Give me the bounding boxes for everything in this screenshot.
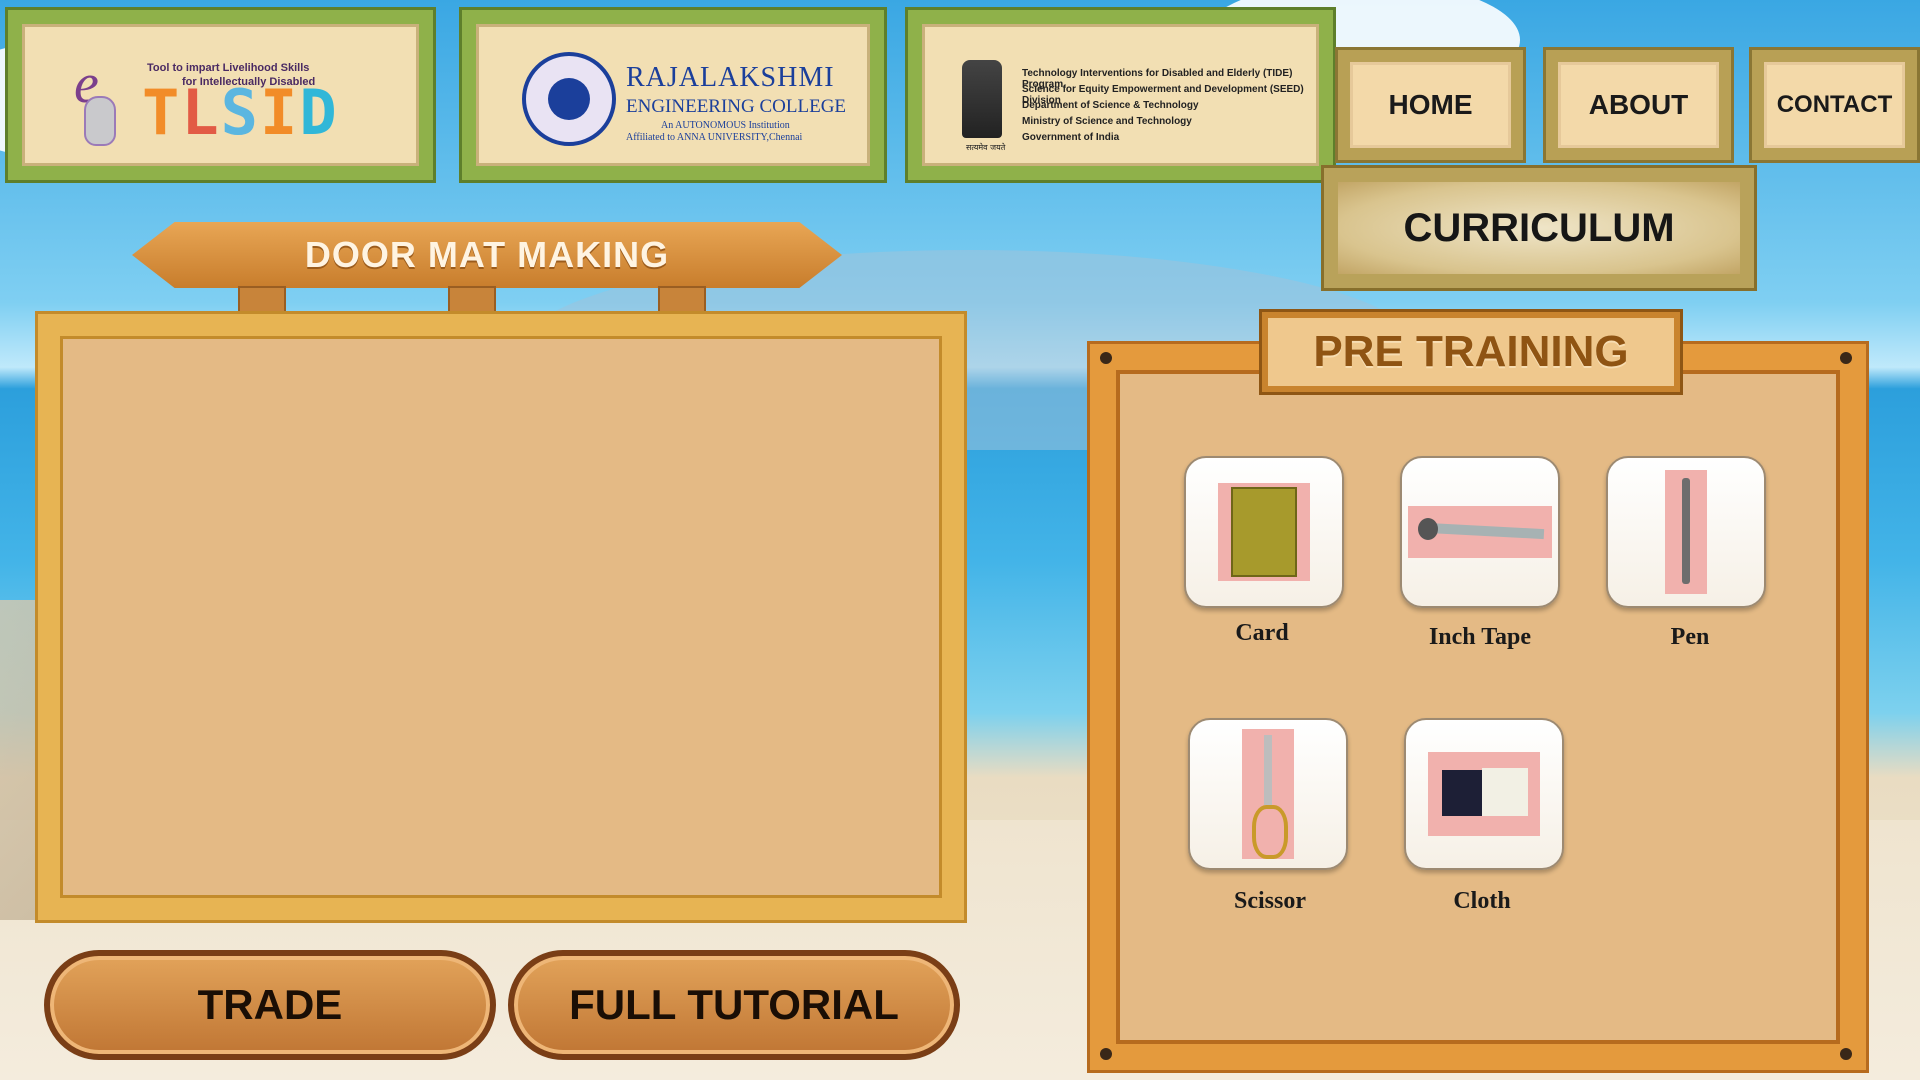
full-tutorial-button[interactable]: FULL TUTORIAL [508,950,960,1060]
nail-icon [1840,1048,1852,1060]
scissor-photo-icon [1242,729,1294,859]
pre-training-title: PRE TRAINING [1262,312,1680,392]
tlsid-letter: L [181,76,221,149]
pen-photo-icon [1665,470,1707,594]
nail-icon [1100,352,1112,364]
cloth-label: Cloth [1453,888,1511,914]
tlsid-letter: T [142,76,182,149]
tlsid-letter: D [299,76,339,149]
pre-training-board [1090,344,1866,1070]
rec-autonomous: An AUTONOMOUS Institution [661,120,790,131]
dst-line: Ministry of Science and Technology [1022,116,1192,127]
cloth-tile[interactable] [1404,718,1564,870]
page-title: DOOR MAT MAKING [304,234,670,275]
inch-tape-tile[interactable] [1400,456,1560,608]
emblem-caption: सत्यमेव जयते [966,143,1006,152]
about-button[interactable]: ABOUT [1546,50,1731,160]
tlsid-letter: S [220,76,260,149]
inch-tape-photo-icon [1408,506,1552,558]
page-title-signpost: DOOR MAT MAKING [132,222,842,288]
rec-title: RAJALAKSHMI [626,62,835,93]
tlsid-title: TLSID [142,76,339,149]
dst-line: Department of Science & Technology [1022,100,1199,111]
scissor-tile[interactable] [1188,718,1348,870]
rec-seal-icon [522,52,616,146]
contact-button[interactable]: CONTACT [1752,50,1917,160]
rec-affiliation: Affiliated to ANNA UNIVERSITY,Chennai [626,132,803,143]
pen-label: Pen [1670,624,1710,650]
home-button[interactable]: HOME [1338,50,1523,160]
tlsid-logo-panel: e Tool to impart Livelihood Skills for I… [8,10,433,180]
pen-tile[interactable] [1606,456,1766,608]
dst-line: Government of India [1022,132,1120,143]
mouse-icon [84,96,116,146]
tlsid-letter: I [259,76,300,149]
rec-logo-panel: RAJALAKSHMI ENGINEERING COLLEGE An AUTON… [462,10,884,180]
trade-button[interactable]: TRADE [44,950,496,1060]
nail-icon [1100,1048,1112,1060]
card-photo-icon [1218,483,1310,581]
tlsid-tagline-1: Tool to impart Livelihood Skills [147,62,310,74]
tutorial-video-panel[interactable] [38,314,964,920]
card-label: Card [1235,620,1289,646]
card-tile[interactable] [1184,456,1344,608]
nail-icon [1840,352,1852,364]
rec-subtitle: ENGINEERING COLLEGE [626,96,847,117]
national-emblem-icon [962,60,1002,138]
cloth-photo-icon [1428,752,1540,836]
inch-tape-label: Inch Tape [1428,624,1532,650]
scissor-label: Scissor [1234,888,1306,914]
dst-logo-panel: सत्यमेव जयते Technology Interventions fo… [908,10,1333,180]
curriculum-button[interactable]: CURRICULUM [1324,168,1754,288]
